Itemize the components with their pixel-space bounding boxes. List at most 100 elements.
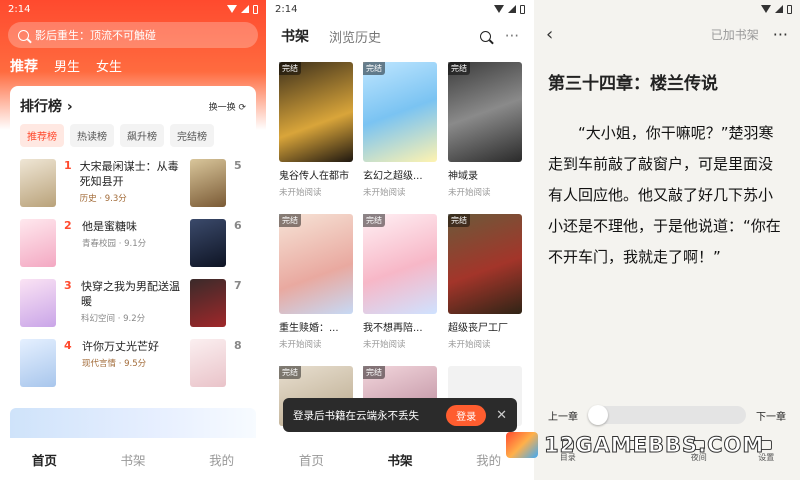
tab-bookshelf[interactable]: 书架 bbox=[120, 450, 145, 469]
list-item[interactable]: 5 bbox=[190, 159, 256, 207]
book-card[interactable]: 完结 玄幻之超级... 未开始阅读 bbox=[363, 62, 437, 198]
read-status: 未开始阅读 bbox=[363, 340, 406, 350]
book-cover bbox=[20, 159, 56, 207]
list-item[interactable]: 7 bbox=[190, 279, 256, 327]
tab-mine[interactable]: 我的 bbox=[476, 450, 501, 469]
read-status: 未开始阅读 bbox=[448, 340, 491, 350]
tab-female[interactable]: 女生 bbox=[96, 56, 122, 76]
rank-number: 2 bbox=[64, 219, 72, 232]
reader-screen: ‹ 已加书架 ··· 第三十四章：楼兰传说 “大小姐，你干嘛呢？”楚羽寒走到车前… bbox=[534, 0, 800, 480]
tab-mine[interactable]: 我的 bbox=[209, 450, 234, 469]
login-button[interactable]: 登录 bbox=[446, 404, 487, 426]
rank-tab-finished[interactable]: 完结榜 bbox=[170, 124, 214, 147]
rank-tab-rising[interactable]: 飙升榜 bbox=[120, 124, 164, 147]
book-card[interactable]: 完结 超级丧尸工厂 未开始阅读 bbox=[448, 214, 522, 350]
search-icon[interactable] bbox=[479, 30, 491, 42]
battery-icon bbox=[253, 4, 258, 14]
battery-icon bbox=[520, 4, 525, 14]
book-title: 玄幻之超级... bbox=[363, 171, 423, 182]
book-cover bbox=[190, 339, 226, 387]
search-bar[interactable]: 影后重生：顶流不可触碰 bbox=[8, 22, 258, 48]
home-screen: 2:14 影后重生：顶流不可触碰 推荐 男生 女生 排行榜 › 换一换 ⟳ 推荐… bbox=[0, 0, 266, 480]
login-toast: 登录后书籍在云端永不丢失 登录 ✕ bbox=[283, 398, 517, 432]
book-meta: 青春校园 · 9.1分 bbox=[82, 239, 147, 249]
tab-history[interactable]: 浏览历史 bbox=[329, 27, 381, 46]
book-cover bbox=[20, 219, 56, 267]
rank-tabs: 推荐榜 热读榜 飙升榜 完结榜 bbox=[10, 116, 256, 155]
bottom-tabbar: 首页 书架 我的 bbox=[267, 438, 533, 480]
rank-card: 排行榜 › 换一换 ⟳ 推荐榜 热读榜 飙升榜 完结榜 1 大宋最闲谋士：从毒死… bbox=[10, 86, 256, 398]
next-chapter-button[interactable]: 下一章 bbox=[756, 408, 786, 423]
book-title: 他是蜜糖味 bbox=[82, 220, 137, 233]
reader-nav: ‹ 已加书架 ··· bbox=[534, 18, 800, 51]
search-placeholder: 影后重生：顶流不可触碰 bbox=[35, 29, 156, 42]
read-status: 未开始阅读 bbox=[448, 188, 491, 198]
book-cover bbox=[190, 159, 226, 207]
book-card[interactable]: 完结 我不想再陪... 未开始阅读 bbox=[363, 214, 437, 350]
status-time: 2:14 bbox=[275, 3, 298, 15]
signal-icon bbox=[227, 5, 237, 13]
category-tabs: 推荐 男生 女生 bbox=[0, 48, 266, 76]
book-card[interactable]: 完结 鬼谷传人在都市 未开始阅读 bbox=[279, 62, 353, 198]
tab-bookshelf[interactable]: 书架 bbox=[387, 450, 412, 469]
book-card[interactable]: 完结 神域录 未开始阅读 bbox=[448, 62, 522, 198]
chapter-title: 第三十四章：楼兰传说 bbox=[548, 74, 718, 94]
book-meta: 科幻空间 · 9.2分 bbox=[81, 314, 146, 324]
watermark-logo bbox=[506, 432, 538, 458]
search-icon bbox=[18, 29, 29, 41]
rank-number: 5 bbox=[234, 159, 242, 172]
chapter-text: “大小姐，你干嘛呢？”楚羽寒走到车前敲了敲窗户，可是里面没有人回应他。他又敲了好… bbox=[548, 124, 781, 266]
list-item[interactable]: 8 bbox=[190, 339, 256, 387]
watermark: 12GAMEBBS.COM bbox=[506, 432, 764, 458]
prev-chapter-button[interactable]: 上一章 bbox=[548, 408, 578, 423]
added-to-shelf-label[interactable]: 已加书架 bbox=[711, 26, 759, 43]
more-icon[interactable]: ··· bbox=[505, 29, 519, 44]
back-icon[interactable]: ‹ bbox=[546, 24, 553, 45]
rank-tab-recommend[interactable]: 推荐榜 bbox=[20, 124, 64, 147]
status-bar: 2:14 bbox=[267, 0, 533, 18]
book-title: 许你万丈光芒好 bbox=[82, 340, 159, 353]
book-meta: 历史 · 9.3分 bbox=[79, 194, 127, 204]
book-card[interactable]: 完结 重生赎婚：... 未开始阅读 bbox=[279, 214, 353, 350]
signal-icon bbox=[761, 5, 771, 13]
more-icon[interactable]: ··· bbox=[773, 25, 788, 44]
finished-badge: 完结 bbox=[279, 366, 301, 379]
finished-badge: 完结 bbox=[279, 62, 301, 75]
list-item[interactable]: 1 大宋最闲谋士：从毒死知县开 历史 · 9.3分 bbox=[20, 159, 180, 207]
slider-thumb[interactable] bbox=[588, 405, 608, 425]
tab-home[interactable]: 首页 bbox=[32, 450, 57, 469]
rank-tab-hot[interactable]: 热读榜 bbox=[70, 124, 114, 147]
signal-icon bbox=[494, 5, 504, 13]
list-item[interactable]: 4 许你万丈光芒好 现代言情 · 9.5分 bbox=[20, 339, 180, 387]
book-title: 重生赎婚：... bbox=[279, 323, 339, 334]
book-cover: 完结 bbox=[363, 62, 437, 162]
book-meta: 现代言情 · 9.5分 bbox=[82, 359, 147, 369]
book-title: 大宋最闲谋士：从毒死知县开 bbox=[79, 160, 179, 188]
tab-male[interactable]: 男生 bbox=[54, 56, 80, 76]
bottom-tabbar: 首页 书架 我的 bbox=[0, 438, 266, 480]
wifi-icon bbox=[775, 5, 783, 13]
close-icon[interactable]: ✕ bbox=[496, 408, 507, 423]
chapter-progress-slider[interactable] bbox=[588, 405, 746, 425]
list-item[interactable]: 2 他是蜜糖味青春校园 · 9.1分 bbox=[20, 219, 180, 267]
tab-bookshelf[interactable]: 书架 bbox=[281, 26, 309, 46]
finished-badge: 完结 bbox=[363, 214, 385, 227]
screenshot: 2:14 影后重生：顶流不可触碰 推荐 男生 女生 排行榜 › 换一换 ⟳ 推荐… bbox=[0, 0, 800, 480]
list-item[interactable]: 6 bbox=[190, 219, 256, 267]
list-item[interactable]: 3 快穿之我为男配送温暖 科幻空间 · 9.2分 bbox=[20, 279, 180, 327]
toast-text: 登录后书籍在云端永不丢失 bbox=[293, 409, 419, 422]
read-status: 未开始阅读 bbox=[279, 340, 322, 350]
book-title: 鬼谷传人在都市 bbox=[279, 171, 349, 182]
finished-badge: 完结 bbox=[363, 62, 385, 75]
book-cover: 完结 bbox=[363, 214, 437, 314]
tab-home[interactable]: 首页 bbox=[299, 450, 324, 469]
rank-title[interactable]: 排行榜 › bbox=[20, 96, 73, 116]
wifi-icon bbox=[241, 5, 249, 13]
finished-badge: 完结 bbox=[448, 62, 470, 75]
rank-swap-button[interactable]: 换一换 ⟳ bbox=[209, 100, 246, 113]
read-status: 未开始阅读 bbox=[363, 188, 406, 198]
book-title: 超级丧尸工厂 bbox=[448, 323, 508, 334]
tab-recommend[interactable]: 推荐 bbox=[10, 56, 38, 76]
bookshelf-header: 书架 浏览历史 ··· bbox=[267, 18, 533, 54]
status-time: 2:14 bbox=[8, 3, 31, 15]
